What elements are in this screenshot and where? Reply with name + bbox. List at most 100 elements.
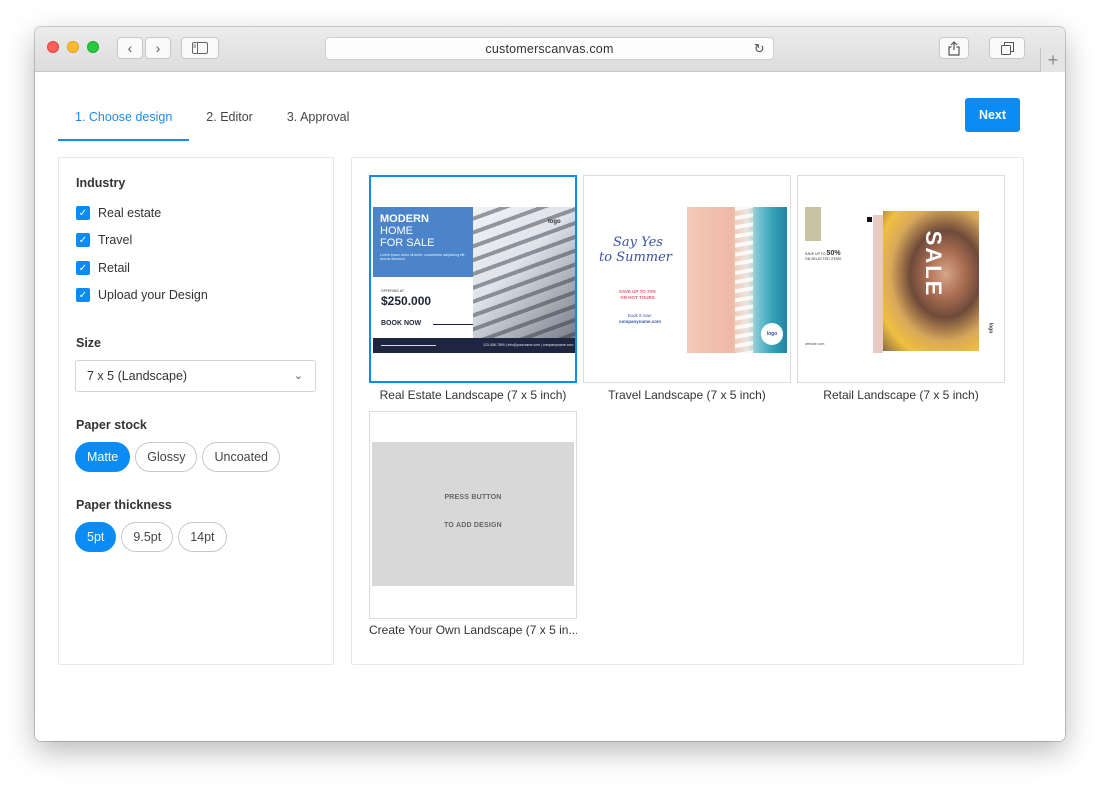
design-label[interactable]: Create Your Own Landscape (7 x 5 in... — [369, 623, 577, 637]
industry-option-real-estate[interactable]: ✓ Real estate — [76, 204, 161, 222]
share-button[interactable] — [939, 37, 969, 59]
re-cta: BOOK NOW — [381, 320, 422, 327]
industry-option-label: Upload your Design — [98, 288, 208, 302]
tab-approval[interactable]: 3. Approval — [270, 102, 367, 141]
re-headline-block: MODERN HOME FOR SALE Lorem ipsum dolor s… — [373, 207, 473, 277]
design-card-retail[interactable]: SAVE UP TO 50% ON SELECTED ITEMS website… — [797, 175, 1005, 383]
re-footer-text: 123-456-7890 | info@yourname.com | compa… — [483, 343, 574, 347]
rt-black-square — [867, 217, 872, 222]
checkmark-icon[interactable]: ✓ — [76, 206, 90, 220]
design-label[interactable]: Travel Landscape (7 x 5 inch) — [583, 388, 791, 402]
industry-option-label: Travel — [98, 233, 133, 247]
tr-book: book it now: companyname.com — [619, 313, 661, 325]
browser-window: ‹ › customerscanvas.com ↻ + 1. Choose de… — [35, 27, 1065, 741]
tr-book-2: companyname.com — [619, 319, 662, 324]
rt-pink-strip — [873, 215, 883, 353]
plus-icon: + — [1047, 49, 1059, 70]
industry-option-label: Real estate — [98, 206, 162, 220]
chevron-right-icon: › — [155, 40, 161, 56]
new-tab-button[interactable]: + — [1040, 48, 1065, 72]
checkmark-icon[interactable]: ✓ — [76, 261, 90, 275]
filter-panel: Industry ✓ Real estate ✓ Travel ✓ Retail… — [58, 157, 334, 665]
tr-title-2: to Summer — [599, 250, 673, 265]
back-button[interactable]: ‹ — [117, 37, 143, 59]
tr-title: Say Yes to Summer — [599, 235, 672, 265]
reload-icon[interactable]: ↻ — [754, 41, 765, 57]
chevron-left-icon: ‹ — [127, 40, 133, 56]
size-select[interactable]: 7 x 5 (Landscape) ⌄ — [75, 360, 316, 392]
rt-accent-block — [805, 207, 821, 241]
tr-logo: logo — [761, 323, 783, 345]
next-button[interactable]: Next — [965, 98, 1020, 132]
tr-title-1: Say Yes — [613, 235, 663, 250]
rt-save: SAVE UP TO 50% ON SELECTED ITEMS — [805, 250, 842, 262]
industry-title: Industry — [76, 176, 126, 190]
design-card-travel[interactable]: Say Yes to Summer SAVE UP TO 70% ON HOT … — [583, 175, 791, 383]
size-title: Size — [76, 336, 102, 350]
paper-thickness-title: Paper thickness — [76, 498, 172, 512]
rt-website: website.com — [805, 342, 825, 346]
paper-stock-uncoated[interactable]: Uncoated — [202, 442, 280, 472]
design-card-create-own[interactable]: PRESS BUTTON TO ADD DESIGN — [369, 411, 577, 619]
design-label[interactable]: Real Estate Landscape (7 x 5 inch) — [369, 388, 577, 402]
sidebar-icon — [192, 42, 208, 54]
rt-save-prefix: SAVE UP TO — [805, 252, 826, 256]
paper-stock-glossy[interactable]: Glossy — [135, 442, 198, 472]
tab-choose-design[interactable]: 1. Choose design — [58, 102, 190, 141]
re-body-text: Lorem ipsum dolor sit amet, consectetur … — [380, 253, 466, 261]
rt-sale-word: SALE — [921, 230, 946, 298]
beach-foam — [735, 207, 753, 353]
design-card-real-estate[interactable]: MODERN HOME FOR SALE Lorem ipsum dolor s… — [369, 175, 577, 383]
paper-stock-title: Paper stock — [76, 418, 147, 432]
show-tabs-button[interactable] — [989, 37, 1025, 59]
industry-option-label: Retail — [98, 261, 130, 275]
tabs-icon — [1000, 41, 1014, 55]
close-window-button[interactable] — [47, 41, 59, 53]
upload-placeholder: PRESS BUTTON TO ADD DESIGN — [372, 442, 574, 586]
paper-thickness-5pt[interactable]: 5pt — [75, 522, 117, 552]
re-footer-line — [381, 345, 436, 346]
placeholder-line-2: TO ADD DESIGN — [444, 522, 502, 529]
address-bar[interactable]: customerscanvas.com ↻ — [325, 37, 774, 60]
paper-thickness-14pt[interactable]: 14pt — [178, 522, 227, 552]
minimize-window-button[interactable] — [67, 41, 79, 53]
industry-option-upload[interactable]: ✓ Upload your Design — [76, 286, 208, 304]
real-estate-thumbnail: MODERN HOME FOR SALE Lorem ipsum dolor s… — [373, 207, 575, 353]
checkmark-icon[interactable]: ✓ — [76, 233, 90, 247]
retail-thumbnail: SAVE UP TO 50% ON SELECTED ITEMS website… — [799, 207, 1001, 353]
chevron-down-icon: ⌄ — [293, 370, 303, 382]
industry-option-travel[interactable]: ✓ Travel — [76, 231, 132, 249]
browser-titlebar: ‹ › customerscanvas.com ↻ + — [35, 27, 1065, 72]
paper-stock-options: Matte Glossy Uncoated — [75, 442, 280, 472]
tab-editor[interactable]: 2. Editor — [189, 102, 270, 141]
re-headline-3: FOR SALE — [380, 237, 435, 249]
step-tabs: 1. Choose design 2. Editor 3. Approval — [58, 102, 366, 141]
paper-thickness-9-5pt[interactable]: 9.5pt — [121, 522, 174, 552]
design-gallery: MODERN HOME FOR SALE Lorem ipsum dolor s… — [351, 157, 1024, 665]
rt-logo: logo — [987, 322, 994, 334]
share-icon — [948, 40, 960, 56]
paper-thickness-options: 5pt 9.5pt 14pt — [75, 522, 227, 552]
placeholder-line-1: PRESS BUTTON — [444, 494, 502, 501]
paper-stock-matte[interactable]: Matte — [75, 442, 131, 472]
industry-option-retail[interactable]: ✓ Retail — [76, 259, 130, 277]
re-cta-line — [433, 324, 473, 325]
re-headline-2: HOME — [380, 225, 413, 237]
checkmark-icon[interactable]: ✓ — [76, 288, 90, 302]
design-label[interactable]: Retail Landscape (7 x 5 inch) — [797, 388, 1005, 402]
sidebar-toggle-button[interactable] — [181, 37, 219, 59]
tr-save-2: ON HOT TOURS — [620, 295, 655, 300]
travel-thumbnail: Say Yes to Summer SAVE UP TO 70% ON HOT … — [585, 207, 787, 353]
rt-sale-text: SALE — [885, 215, 946, 298]
size-select-value: 7 x 5 (Landscape) — [87, 369, 188, 383]
rt-save-suffix: ON SELECTED ITEMS — [805, 257, 842, 261]
re-offering-label: OFFERING AT — [381, 289, 405, 293]
building-photo — [473, 207, 575, 353]
re-headline-1: MODERN — [380, 213, 429, 225]
url-text: customerscanvas.com — [485, 41, 614, 56]
forward-button[interactable]: › — [145, 37, 171, 59]
re-price: $250.000 — [381, 294, 432, 308]
page-content: 1. Choose design 2. Editor 3. Approval N… — [35, 72, 1065, 741]
tr-save: SAVE UP TO 70% ON HOT TOURS — [619, 289, 656, 301]
zoom-window-button[interactable] — [87, 41, 99, 53]
